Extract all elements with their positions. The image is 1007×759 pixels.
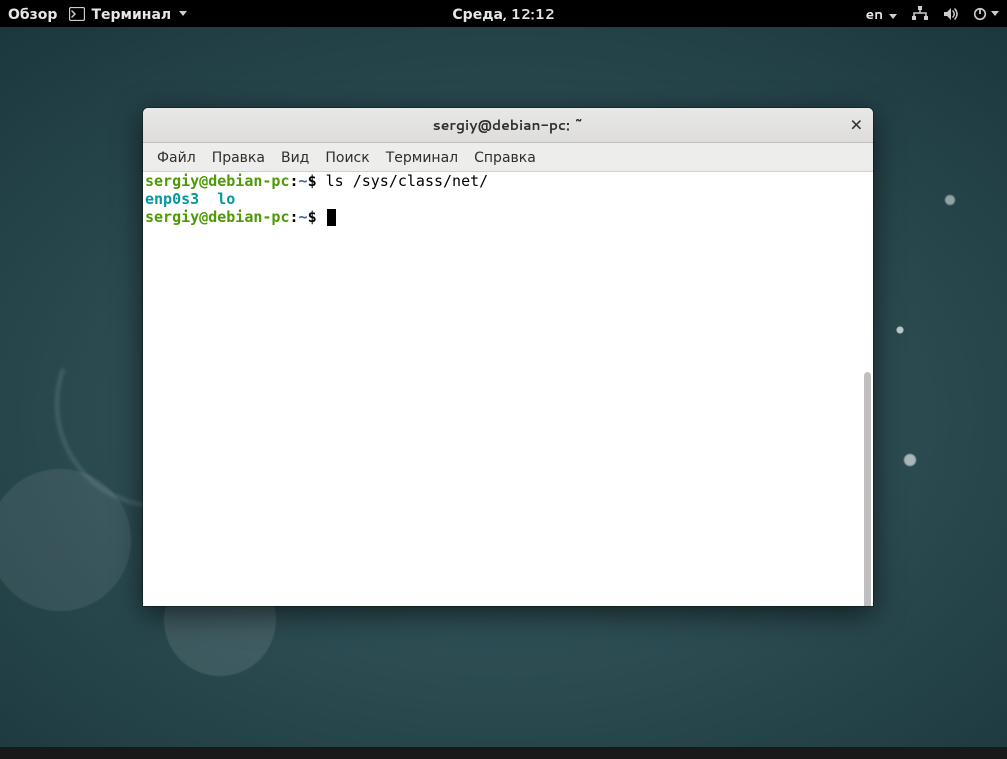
top-bar: Обзор Терминал Среда, 12:12 en	[0, 0, 1007, 27]
menu-file[interactable]: Файл	[151, 145, 202, 169]
window-titlebar[interactable]: sergiy@debian-pc: ~ ✕	[143, 108, 873, 143]
input-language-indicator[interactable]: en	[865, 4, 897, 24]
app-menu-label: Терминал	[91, 4, 171, 24]
chevron-down-icon	[991, 11, 999, 16]
chevron-down-icon	[889, 14, 897, 19]
menu-edit[interactable]: Правка	[206, 145, 271, 169]
menu-bar: Файл Правка Вид Поиск Терминал Справка	[143, 143, 873, 172]
clock[interactable]: Среда, 12:12	[452, 4, 554, 24]
bottom-bar	[0, 747, 1007, 759]
chevron-down-icon	[179, 11, 187, 16]
desktop: Обзор Терминал Среда, 12:12 en	[0, 0, 1007, 759]
volume-icon[interactable]	[943, 7, 959, 21]
terminal-window: sergiy@debian-pc: ~ ✕ Файл Правка Вид По…	[143, 108, 873, 606]
command-text: ls /sys/class/net/	[326, 172, 489, 190]
menu-terminal[interactable]: Терминал	[380, 145, 464, 169]
window-title: sergiy@debian-pc: ~	[433, 115, 584, 135]
prompt-userhost: sergiy@debian-pc	[145, 208, 290, 226]
prompt-path: ~	[299, 208, 308, 226]
language-label: en	[865, 4, 883, 24]
menu-help[interactable]: Справка	[468, 145, 542, 169]
prompt-dollar: $	[308, 208, 317, 226]
terminal-app-icon	[69, 7, 85, 21]
network-icon[interactable]	[911, 6, 929, 22]
window-close-button[interactable]: ✕	[850, 114, 863, 137]
ls-output: enp0s3 lo	[145, 190, 235, 208]
menu-search[interactable]: Поиск	[319, 145, 375, 169]
prompt-userhost: sergiy@debian-pc	[145, 172, 290, 190]
app-menu[interactable]: Терминал	[69, 4, 187, 24]
text-cursor	[327, 209, 336, 226]
power-icon[interactable]	[973, 7, 999, 21]
scrollbar-thumb[interactable]	[864, 372, 871, 606]
prompt-sep: :	[290, 208, 299, 226]
prompt-dollar: $	[308, 172, 317, 190]
terminal-body[interactable]: sergiy@debian-pc:~$ ls /sys/class/net/ e…	[143, 172, 873, 606]
activities-button[interactable]: Обзор	[8, 4, 57, 24]
prompt-sep: :	[290, 172, 299, 190]
prompt-path: ~	[299, 172, 308, 190]
menu-view[interactable]: Вид	[275, 145, 315, 169]
